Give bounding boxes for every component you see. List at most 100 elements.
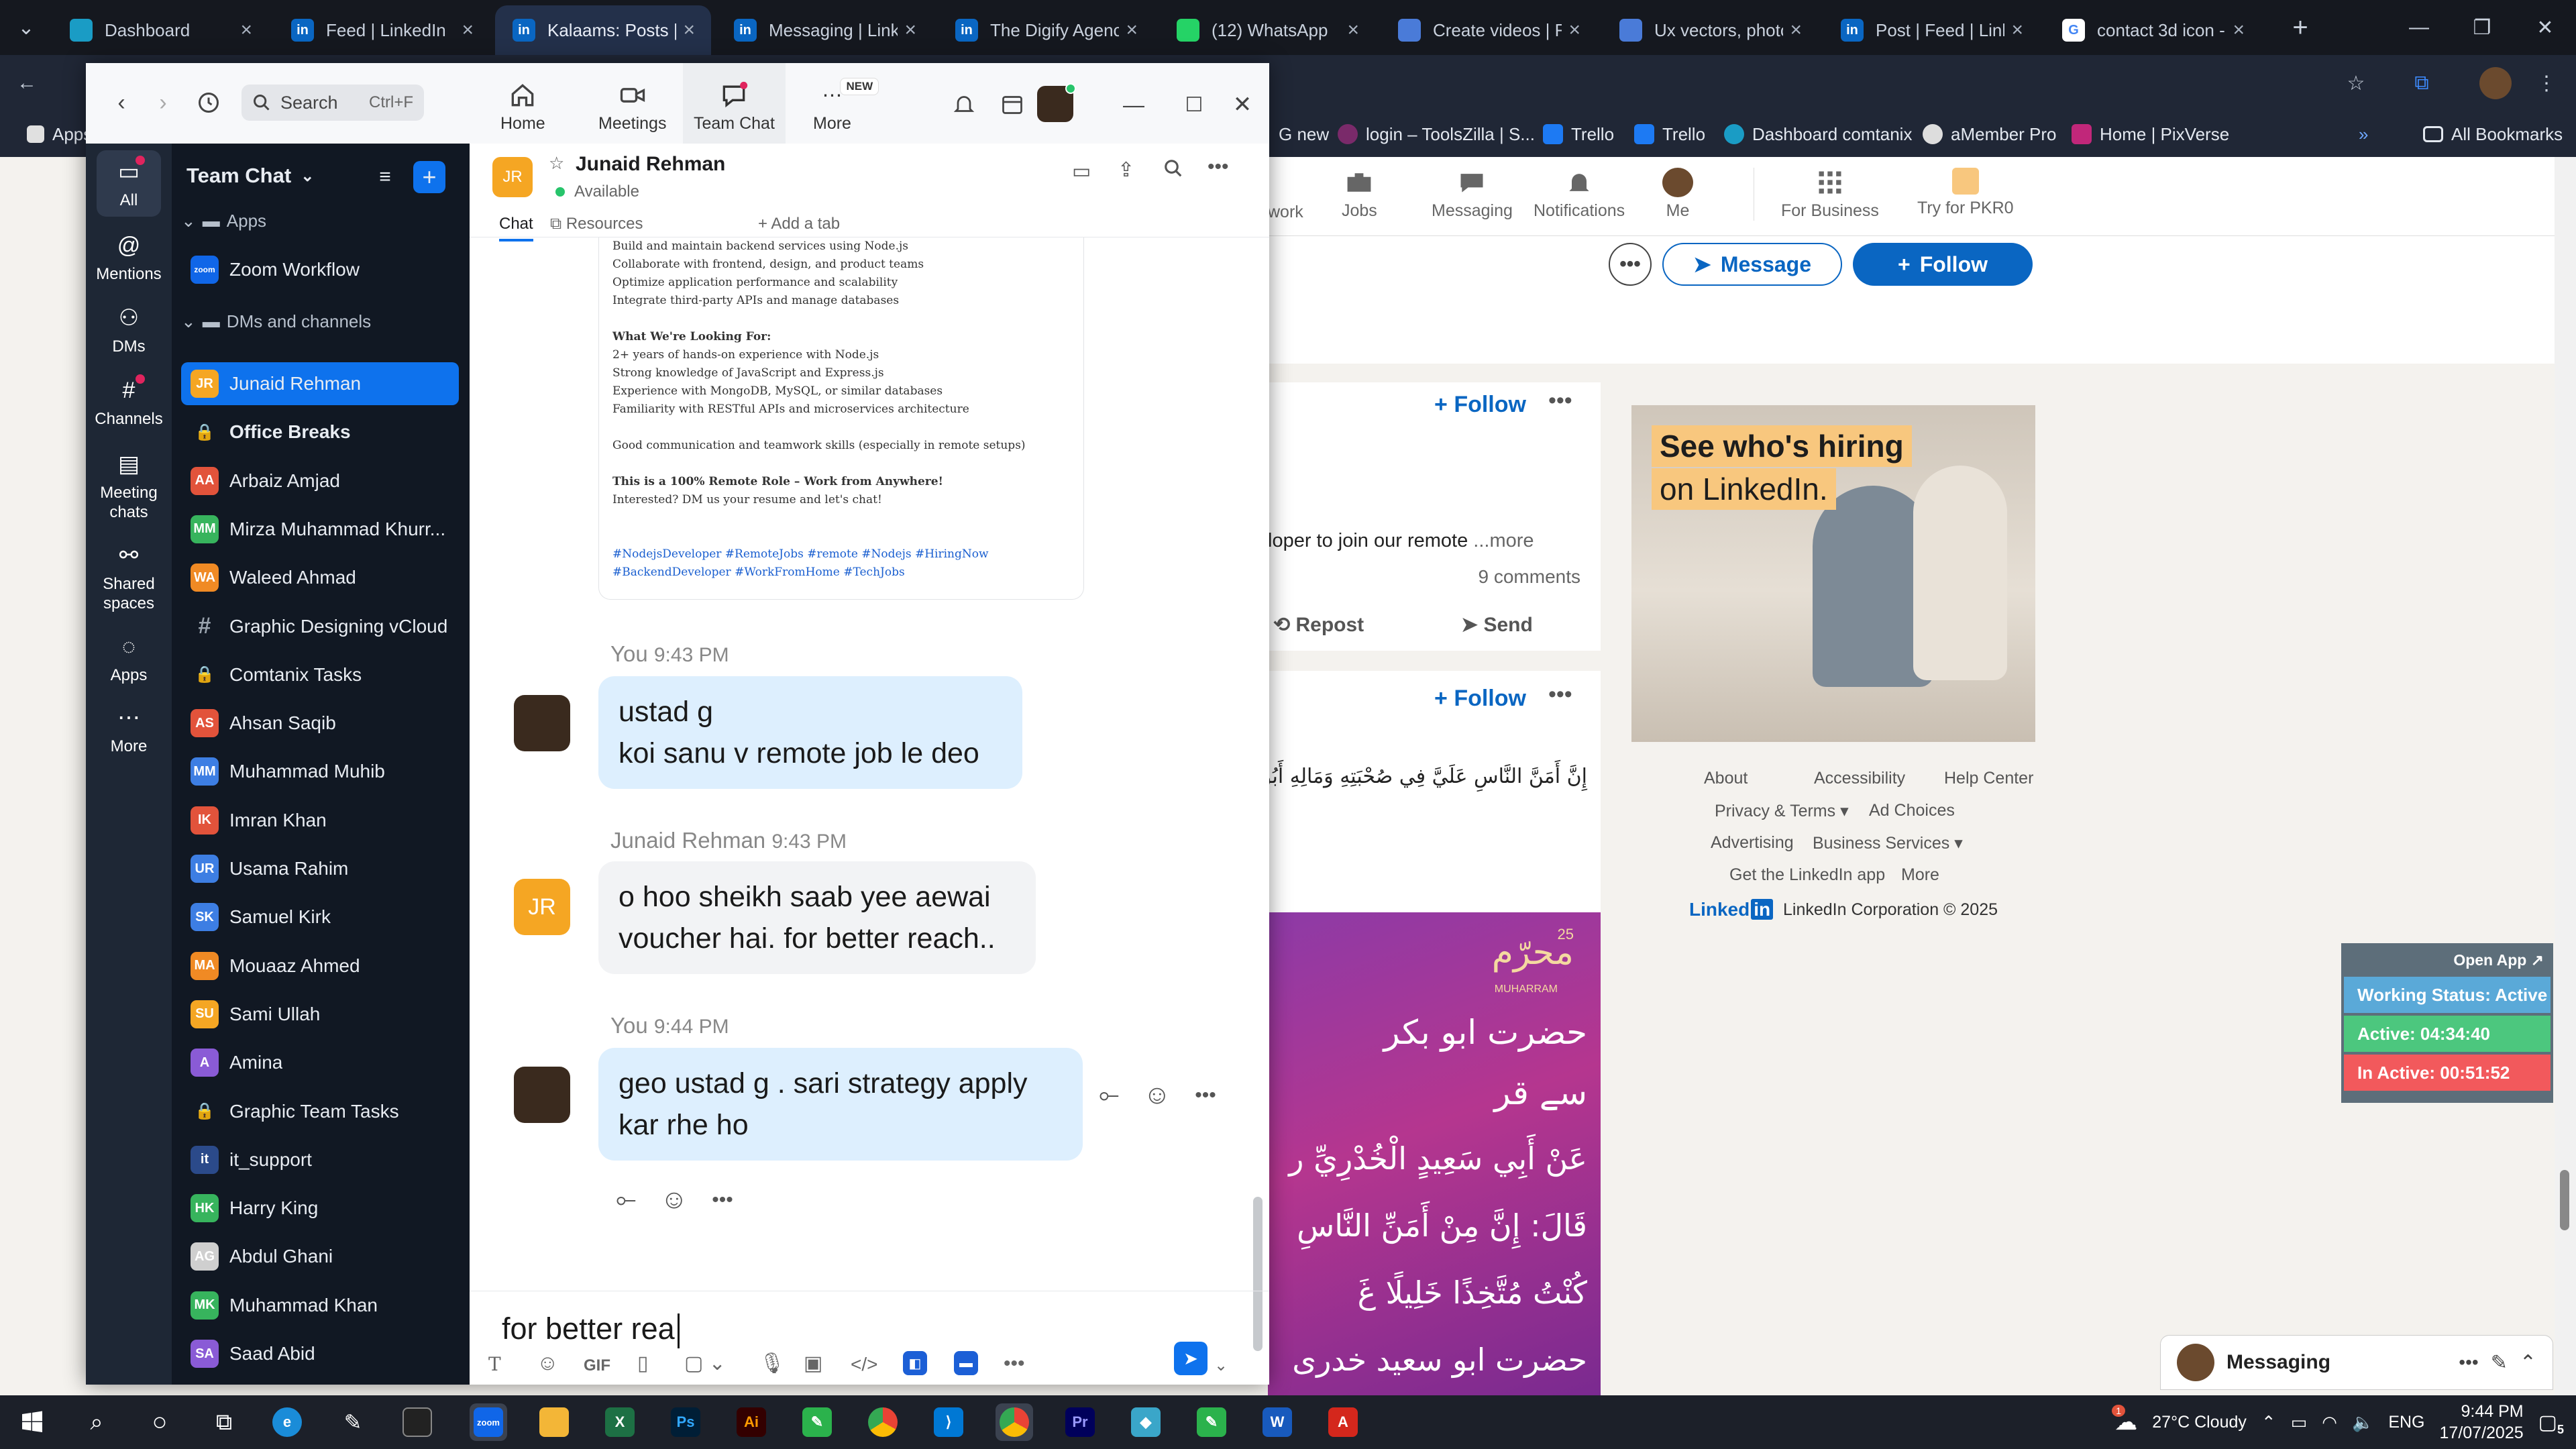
back-arrow-icon[interactable]: ← (0, 55, 54, 111)
compose-icon[interactable]: ✎ (2491, 1351, 2508, 1375)
share-screen-icon[interactable]: ⇪ (1118, 158, 1134, 182)
zoom-taskbar-icon[interactable]: zoom (470, 1403, 507, 1441)
sidebar-item-arbaiz-amjad[interactable]: AA Arbaiz Amjad (181, 460, 459, 502)
terminal-icon[interactable] (398, 1403, 436, 1441)
sidebar-item-imran-khan[interactable]: IK Imran Khan (181, 799, 459, 842)
sidebar-item-muhammad-khan[interactable]: MK Muhammad Khan (181, 1284, 459, 1327)
profile-avatar[interactable] (2479, 67, 2512, 99)
bookmark-apps[interactable]: Apps (27, 111, 92, 157)
compose-plus-button[interactable]: + (413, 161, 445, 193)
file-icon[interactable]: ▯ (637, 1352, 649, 1375)
chevron-up-icon[interactable]: ⌃ (2520, 1351, 2536, 1375)
clock[interactable]: 9:44 PM 17/07/2025 (2440, 1401, 2524, 1444)
sidebar-item-comtanix-tasks[interactable]: 🔒 Comtanix Tasks (181, 653, 459, 696)
chat-more-icon[interactable]: ••• (1208, 156, 1229, 178)
card2-more-icon[interactable]: ••• (1548, 682, 1572, 708)
hiring-ad-card[interactable]: See who's hiring on LinkedIn. (1631, 405, 2035, 742)
reply-icon[interactable]: ⟜ (1099, 1081, 1119, 1110)
messaging-more-icon[interactable]: ••• (2459, 1352, 2478, 1373)
footer-ad-choices[interactable]: Ad Choices (1869, 801, 1955, 820)
tab-home[interactable]: Home (500, 80, 545, 133)
chrome-icon[interactable] (864, 1403, 902, 1441)
browser-tab[interactable]: Gcontact 3d icon - × (2045, 5, 2261, 55)
contact-name[interactable]: Junaid Rehman (576, 153, 725, 176)
message-more-icon[interactable]: ••• (1195, 1084, 1216, 1107)
close-tab-icon[interactable]: × (1568, 19, 1580, 42)
acrobat-icon[interactable]: A (1324, 1403, 1362, 1441)
linkedin-messaging-bar[interactable]: Messaging ••• ✎ ⌃ (2160, 1335, 2553, 1390)
rail-dms[interactable]: ⚇ DMs (86, 297, 172, 363)
bookmark-star-icon[interactable]: ☆ (2329, 55, 2383, 111)
nav-notifications[interactable]: Notifications (1534, 168, 1625, 221)
screenshot-icon[interactable]: ▢ ⌄ (684, 1352, 726, 1375)
excel-icon[interactable]: X (601, 1403, 639, 1441)
sidebar-item-graphic-team-tasks[interactable]: 🔒 Graphic Team Tasks (181, 1090, 459, 1133)
footer-get-app[interactable]: Get the LinkedIn app (1729, 865, 1885, 885)
tab-meetings[interactable]: Meetings (598, 80, 666, 133)
chevron-up-icon[interactable]: ⌃ (2261, 1412, 2276, 1433)
premiere-icon[interactable]: Pr (1061, 1403, 1099, 1441)
nav-me[interactable]: Me (1662, 168, 1693, 221)
card-follow-button[interactable]: + Follow (1434, 392, 1526, 418)
rail-all[interactable]: ▭ All (86, 150, 172, 217)
bookmark-pixverse[interactable]: Home | PixVerse (2072, 111, 2229, 157)
all-bookmarks[interactable]: All Bookmarks (2423, 111, 2563, 157)
footer-privacy-terms[interactable]: Privacy & Terms ▾ (1715, 801, 1849, 821)
nav-work[interactable]: work (1268, 203, 1303, 222)
forward-chevron-icon[interactable]: › (146, 86, 180, 119)
app-icon[interactable]: ◧ (903, 1351, 927, 1375)
sidebar-item-usama-rahim[interactable]: UR Usama Rahim (181, 847, 459, 890)
illustrator-icon[interactable]: Ai (733, 1403, 770, 1441)
browser-tab[interactable]: Ux vectors, photo × (1602, 5, 1818, 55)
rail-shared-spaces[interactable]: ⚯ Shared spaces (86, 534, 172, 620)
card2-follow-button[interactable]: + Follow (1434, 686, 1526, 712)
minimize-zoom-button[interactable]: — (1115, 86, 1152, 123)
close-zoom-button[interactable]: ✕ (1224, 86, 1261, 123)
browser-tab[interactable]: Dashboard × (52, 5, 268, 55)
tab-search-chevron-icon[interactable]: ⌄ (0, 0, 52, 55)
footer-about[interactable]: About (1704, 769, 1748, 788)
pen-icon[interactable]: ✎ (334, 1403, 372, 1441)
bookmark-trello-2[interactable]: Trello (1634, 111, 1705, 157)
restore-browser-button[interactable]: ❐ (2451, 0, 2513, 55)
browser-tab[interactable]: in The Digify Agency × (938, 5, 1154, 55)
sidebar-item-saad-abid[interactable]: SA Saad Abid (181, 1332, 459, 1375)
close-tab-icon[interactable]: × (240, 19, 252, 42)
browser-tab[interactable]: in Kalaams: Posts | L × (495, 5, 711, 55)
sidebar-item-ahsan-saqib[interactable]: AS Ahsan Saqib (181, 702, 459, 745)
language-indicator[interactable]: ENG (2388, 1413, 2424, 1432)
post-hashtags[interactable]: #NodejsDeveloper #RemoteJobs #remote #No… (612, 545, 1070, 564)
minimize-browser-button[interactable]: — (2388, 0, 2450, 55)
sidebar-item-sami-ullah[interactable]: SU Sami Ullah (181, 993, 459, 1036)
gif-icon[interactable]: GIF (584, 1356, 610, 1375)
app-blue-icon[interactable]: ◆ (1127, 1403, 1165, 1441)
cortana-icon[interactable]: ○ (141, 1403, 178, 1441)
sidebar-item-samuel-kirk[interactable]: SK Samuel Kirk (181, 896, 459, 938)
app-green-icon[interactable]: ✎ (798, 1403, 836, 1441)
chat-search-icon[interactable] (1163, 158, 1183, 178)
apps-section-header[interactable]: ⌄ ▬ Apps (181, 211, 266, 231)
speaker-icon[interactable]: 🔈 (2352, 1412, 2373, 1433)
message-bubble[interactable]: o hoo sheikh saab yee aewai voucher hai.… (598, 861, 1036, 974)
add-reaction-icon[interactable]: ☺ (1143, 1080, 1171, 1110)
file-explorer-icon[interactable] (535, 1403, 573, 1441)
close-browser-button[interactable]: ✕ (2514, 0, 2576, 55)
weather-text[interactable]: 27°C Cloudy (2152, 1413, 2247, 1432)
star-icon[interactable]: ☆ (549, 153, 564, 174)
dms-section-header[interactable]: ⌄ ▬ DMs and channels (181, 311, 371, 332)
nav-messaging[interactable]: Messaging (1432, 168, 1513, 221)
follow-button[interactable]: + Follow (1853, 243, 2033, 286)
sidebar-item-it-support[interactable]: it it_support (181, 1138, 459, 1181)
browser-tab[interactable]: (12) WhatsApp × (1159, 5, 1375, 55)
history-icon[interactable] (192, 86, 225, 119)
send-button[interactable]: ➤ (1174, 1342, 1208, 1375)
message-composer[interactable]: for better rea T ☺ GIF ▯ ▢ ⌄ 🎙 ▣ </> ◧ ▬… (470, 1291, 1269, 1385)
sidebar-item-mouaaz-ahmed[interactable]: MA Mouaaz Ahmed (181, 945, 459, 987)
extensions-icon[interactable]: ⧉ (2395, 55, 2449, 111)
browser-tab[interactable]: in Post | Feed | Linke × (1823, 5, 2039, 55)
footer-advertising[interactable]: Advertising (1711, 833, 1794, 853)
bookmark-dashboard-comtanix[interactable]: Dashboard comtanix (1724, 111, 1912, 157)
scrollbar-thumb[interactable] (2560, 1170, 2569, 1230)
open-app-link[interactable]: Open App ↗ (2344, 946, 2551, 974)
sidebar-item-junaid-rehman[interactable]: JR Junaid Rehman (181, 362, 459, 405)
